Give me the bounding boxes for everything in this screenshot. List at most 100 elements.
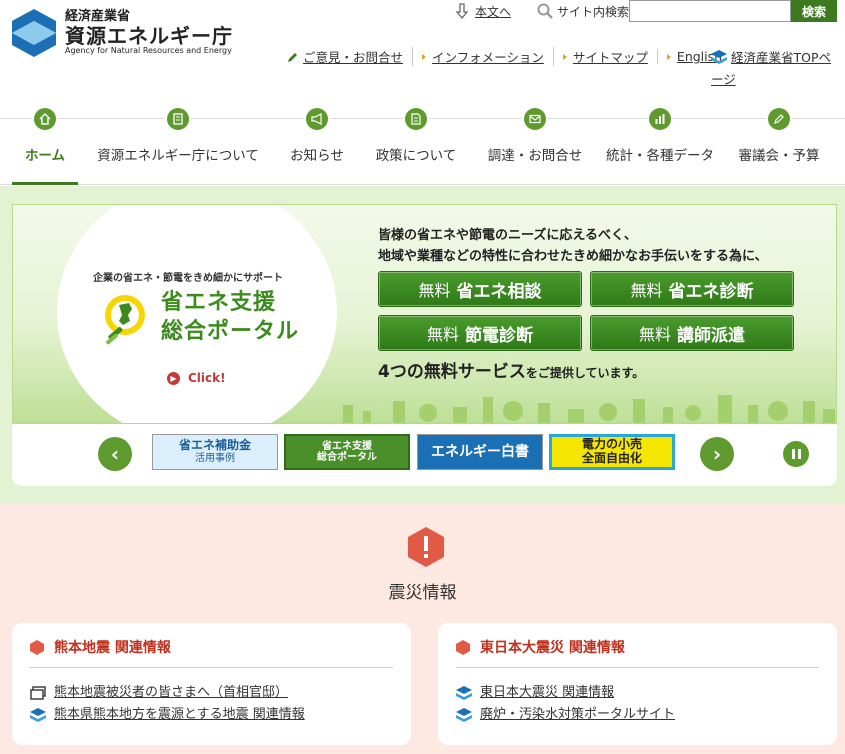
nav-news[interactable]: お知らせ [282,108,352,185]
nav-active-indicator [12,182,78,185]
util-link-sitemap[interactable]: サイトマップ [552,47,657,66]
util-link-label[interactable]: ご意見・お問合せ [303,47,403,66]
service-energy-diagnosis[interactable]: 無料 省エネ診断 [590,271,794,307]
east-japan-earthquake-info-link[interactable]: 東日本大震災 関連情報 [480,682,614,704]
window-icon [30,686,46,700]
card-heading: 東日本大震災 関連情報 [456,637,819,668]
hexagon-bullet-icon [456,639,470,655]
search-label: サイト内検索 [557,4,630,19]
portal-title: 省エネ支援 総合ポータル [161,289,299,346]
disaster-info-section: 震災情報 熊本地震 関連情報 熊本地震被災者の皆さまへ（首相官邸） 熊本県熊本地… [0,504,845,754]
service-prefix: 無料 [426,325,459,344]
carousel-item-line1: エネルギー白書 [431,443,529,460]
service-prefix: 無料 [630,281,663,300]
document-icon [405,108,427,130]
alert-hexagon-icon [408,527,444,567]
banner-sub-main: 4つの無料サービス [378,362,526,382]
pause-icon-bar [791,449,795,459]
banner-text-line2: 地域や業種などの特性に合わせたきめ細かなお手伝いをする為に、 [378,249,768,264]
building-icon [167,108,189,130]
carousel-item-subsidy-cases[interactable]: 省エネ補助金 活用事例 [152,434,278,470]
global-nav: ホーム 資源エネルギー庁について お知らせ 政策について 調達・お問合せ 統計・… [0,108,845,185]
meti-logo-icon [711,50,727,64]
pencil-icon [768,108,790,130]
carousel-pause-button[interactable] [783,441,809,467]
triangle-bullet-icon [422,53,427,60]
banner-description: 皆様の省エネや節電のニーズに応えるべく、 地域や業種などの特性に合わせたきめ細か… [378,225,768,267]
carousel-item-line1: 省エネ補助金 [178,438,251,453]
chevron-right-icon: › [712,442,722,466]
banner-sub-text: 4つの無料サービスをご提供しています。 [378,357,644,382]
service-power-diagnosis[interactable]: 無料 節電診断 [378,315,582,351]
util-link-label[interactable]: サイトマップ [573,47,648,66]
service-lecturer-dispatch[interactable]: 無料 講師派遣 [590,315,794,351]
nav-label: 審議会・予算 [738,148,820,164]
carousel-item-energy-portal[interactable]: 省エネ支援 総合ポータル [284,434,410,470]
energy-saving-portal-banner[interactable]: 企業の省エネ・節電をきめ細かにサポート 省エネ支援 総合ポータル ▶ Click… [12,204,837,424]
meti-top-link-label[interactable]: 経済産業省TOPページ [711,50,831,87]
decommissioning-portal-link[interactable]: 廃炉・汚染水対策ポータルサイト [480,704,675,726]
nav-home[interactable]: ホーム [14,108,76,185]
card-heading-text: 熊本地震 関連情報 [54,640,171,656]
nav-label: 資源エネルギー庁について [97,148,259,164]
carousel-prev-button[interactable]: ‹ [98,437,132,471]
util-link-information[interactable]: インフォメーション [412,47,553,66]
carousel-item-retail-liberalization[interactable]: 電力の小売 全面自由化 [549,434,675,470]
carousel-item-line1: 省エネ支援 [322,440,372,452]
search-button[interactable]: 検索 [791,0,837,22]
great-east-japan-earthquake-card: 東日本大震災 関連情報 東日本大震災 関連情報 廃炉・汚染水対策ポータルサイト [438,623,837,745]
nav-statistics[interactable]: 統計・各種データ [606,108,714,185]
util-link-feedback[interactable]: ご意見・お問合せ [287,47,412,66]
agency-logo[interactable]: 経済産業省 資源エネルギー庁 Agency for Natural Resour… [11,8,233,58]
nav-council-budget[interactable]: 審議会・予算 [736,108,822,185]
banner-click[interactable]: ▶ Click! [167,371,226,385]
pause-icon-bar [797,449,801,459]
portal-title-line1: 省エネ支援 [161,290,277,315]
nav-about-agency[interactable]: 資源エネルギー庁について [97,108,259,185]
agency-logo-mark-icon [12,9,56,57]
carousel-next-button[interactable]: › [700,437,734,471]
skip-link[interactable]: 本文へ [475,3,511,20]
arrow-down-icon [455,3,469,19]
card-link-list: 東日本大震災 関連情報 廃炉・汚染水対策ポータルサイト [456,682,819,726]
kumamoto-earthquake-card: 熊本地震 関連情報 熊本地震被災者の皆さまへ（首相官邸） 熊本県熊本地方を震源と… [12,623,411,745]
meti-top-link[interactable]: 経済産業省TOPページ [711,47,841,91]
nav-procurement-contact[interactable]: 調達・お問合せ [486,108,584,185]
hexagon-bullet-icon [30,639,44,655]
lightbulb-japan-icon [105,295,145,345]
list-item: 熊本地震被災者の皆さまへ（首相官邸） [30,682,393,704]
triangle-bullet-icon [562,53,567,60]
service-prefix: 無料 [418,281,451,300]
kumamoto-victims-link[interactable]: 熊本地震被災者の皆さまへ（首相官邸） [54,682,288,704]
card-link-list: 熊本地震被災者の皆さまへ（首相官邸） 熊本県熊本地方を震源とする地震 関連情報 [30,682,393,726]
banner-carousel: ‹ 省エネ補助金 活用事例 省エネ支援 総合ポータル エネルギー白書 電力の小売… [12,424,837,486]
carousel-item-line2: 総合ポータル [317,452,377,463]
nav-label: 統計・各種データ [606,148,714,164]
site-search-input[interactable] [629,0,791,22]
list-item: 熊本県熊本地方を震源とする地震 関連情報 [30,704,393,726]
chevron-left-icon: ‹ [110,442,120,466]
carousel-item-line2: 活用事例 [194,453,235,465]
list-item: 廃炉・汚染水対策ポータルサイト [456,704,819,726]
kumamoto-earthquake-info-link[interactable]: 熊本県熊本地方を震源とする地震 関連情報 [54,704,305,726]
service-prefix: 無料 [638,325,671,344]
logo-agency-english: Agency for Natural Resources and Energy [65,45,232,55]
service-energy-consult[interactable]: 無料 省エネ相談 [378,271,582,307]
site-header: 経済産業省 資源エネルギー庁 Agency for Natural Resour… [0,0,845,118]
nav-label: ホーム [24,148,66,164]
logo-agency-name: 資源エネルギー庁 [65,23,233,48]
utility-links: ご意見・お問合せ インフォメーション サイトマップ English [287,47,731,66]
skip-to-content[interactable]: 本文へ [455,3,511,20]
nav-policy[interactable]: 政策について [370,108,462,185]
service-name: 省エネ相談 [456,281,542,302]
service-name: 節電診断 [465,325,533,346]
portal-title-line2: 総合ポータル [161,318,300,344]
util-link-label[interactable]: インフォメーション [432,47,544,66]
megaphone-icon [306,108,328,130]
search-icon [537,3,553,19]
list-item: 東日本大震災 関連情報 [456,682,819,704]
carousel-item-energy-white-paper[interactable]: エネルギー白書 [417,434,543,470]
bar-chart-icon [649,108,671,130]
click-label: Click! [188,371,226,385]
nav-label: お知らせ [290,148,344,164]
